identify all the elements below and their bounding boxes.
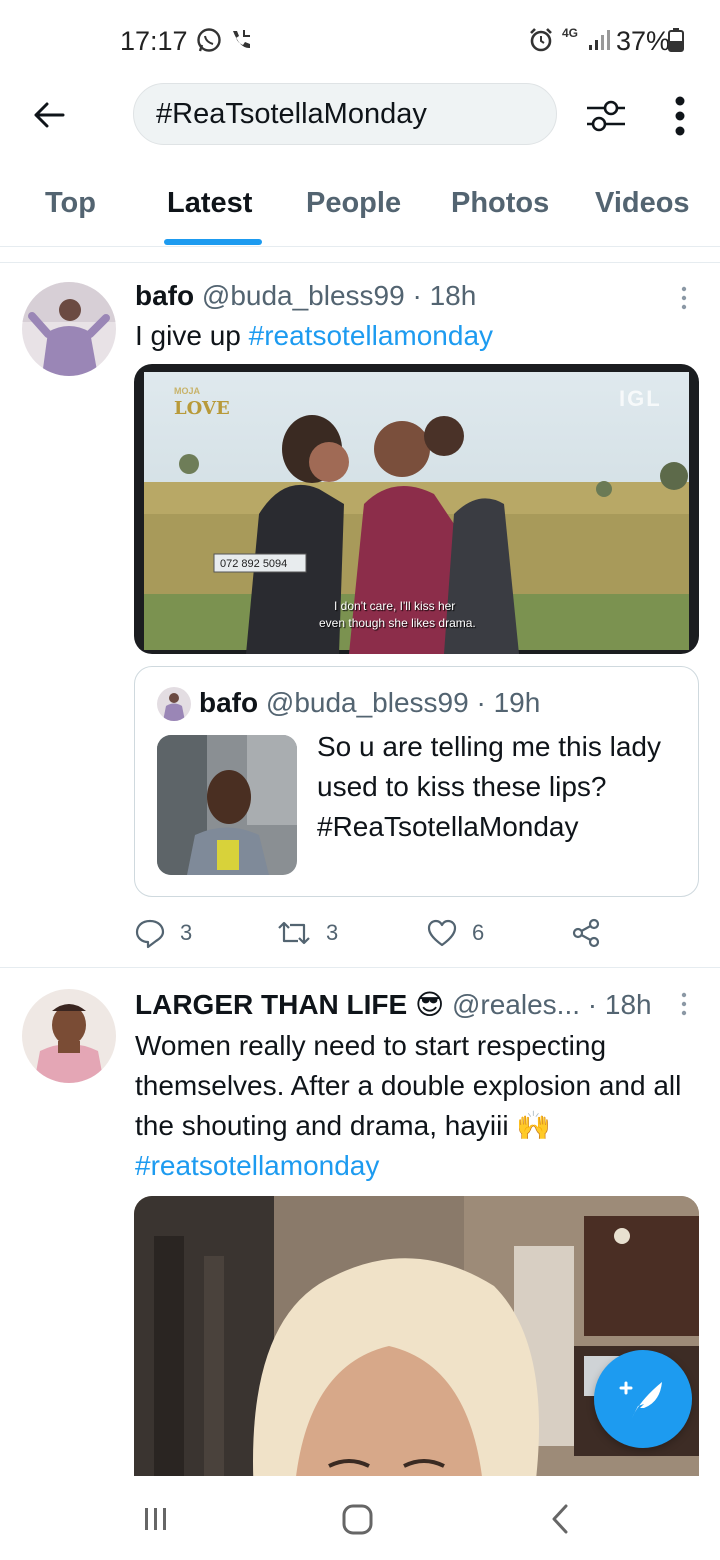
network-type: 4G: [562, 26, 579, 40]
author-emoji: 😎: [415, 989, 445, 1020]
more-vertical-icon: [681, 286, 687, 310]
recent-apps-icon: [145, 1508, 166, 1530]
chevron-left-icon: [552, 1504, 568, 1534]
home-button[interactable]: [338, 1502, 378, 1536]
avatar[interactable]: [22, 282, 116, 376]
reply-icon: [135, 919, 165, 949]
tab-latest[interactable]: Latest: [167, 187, 252, 220]
video-subtitle: even though she likes drama.: [319, 616, 476, 630]
author-name[interactable]: bafo: [135, 280, 194, 311]
battery-percent: 37%: [616, 26, 671, 56]
video-subtitle: I don't care, I'll kiss her: [334, 599, 456, 613]
like-button[interactable]: 6: [426, 913, 484, 953]
quoted-tweet-text: So u are telling me this lady used to ki…: [317, 731, 661, 842]
sliders-icon: [587, 100, 625, 132]
tweet-time: · 18h: [412, 280, 477, 311]
heart-icon: [427, 919, 457, 947]
author-name[interactable]: bafo: [199, 687, 258, 718]
tweet-text: I give up #reatsotellamonday: [135, 316, 700, 356]
share-button[interactable]: [570, 913, 602, 953]
overflow-menu-button[interactable]: [662, 92, 698, 140]
alarm-icon: [528, 27, 554, 58]
author-handle[interactable]: @buda_bless99: [266, 687, 469, 718]
compose-tweet-button[interactable]: [594, 1350, 692, 1448]
search-filter-button[interactable]: [583, 93, 629, 139]
more-vertical-icon: [681, 992, 687, 1016]
retweet-button[interactable]: 3: [276, 913, 338, 953]
tweet-text: Women really need to start respecting th…: [135, 1026, 700, 1186]
system-back-button[interactable]: [542, 1502, 582, 1536]
tweet[interactable]: bafo @buda_bless99 · 18h I give up #reat…: [0, 262, 720, 967]
share-icon: [572, 918, 600, 948]
tab-photos[interactable]: Photos: [451, 187, 549, 220]
reply-button[interactable]: 3: [134, 913, 192, 953]
quoted-media-image[interactable]: [157, 735, 297, 875]
tab-people[interactable]: People: [306, 187, 401, 220]
home-icon: [342, 1504, 373, 1535]
tweet-time: · 18h: [587, 989, 652, 1020]
call-icon: [228, 27, 254, 58]
author-handle[interactable]: @buda_bless99: [202, 280, 405, 311]
author-handle[interactable]: @reales...: [452, 989, 580, 1020]
tweet-actions: 3 3 6: [134, 913, 614, 953]
recent-apps-button[interactable]: [135, 1502, 175, 1536]
reply-count: 3: [180, 920, 193, 945]
active-tab-indicator: [164, 239, 262, 245]
back-button[interactable]: [26, 92, 72, 138]
quoted-tweet[interactable]: bafo @buda_bless99 · 19h So u are tellin…: [134, 666, 699, 897]
status-time: 17:17: [120, 26, 188, 56]
compose-feather-icon: [619, 1381, 662, 1418]
signal-icon: [586, 27, 612, 58]
author-name[interactable]: LARGER THAN LIFE: [135, 989, 407, 1020]
search-query: #ReaTsotellaMonday: [156, 97, 427, 130]
whatsapp-icon: [196, 27, 222, 58]
search-tabs: Top Latest People Photos Videos: [0, 175, 720, 247]
arrow-left-icon: [34, 102, 65, 128]
battery-icon: [668, 28, 684, 57]
corner-logo: IGL: [619, 386, 662, 411]
tweet-media-image[interactable]: MOJA LOVE IGL 072 892 5094 I don't care,…: [134, 364, 699, 654]
channel-logo-text: LOVE: [174, 398, 230, 419]
tweet-more-button[interactable]: [678, 284, 690, 314]
more-vertical-icon: [675, 96, 685, 136]
retweet-icon: [278, 921, 310, 945]
search-input[interactable]: #ReaTsotellaMonday: [133, 83, 557, 145]
avatar[interactable]: [157, 687, 191, 721]
tweet-body: I give up: [135, 320, 249, 351]
tweet-body: Women really need to start respecting th…: [135, 1030, 682, 1141]
avatar[interactable]: [22, 989, 116, 1083]
tweet-media-image[interactable]: [134, 1196, 699, 1496]
search-header: #ReaTsotellaMonday: [0, 80, 720, 150]
hashtag-link[interactable]: #reatsotellamonday: [249, 320, 493, 351]
status-bar: 17:17 4G 37%: [0, 0, 720, 80]
hashtag-link[interactable]: #reatsotellamonday: [135, 1150, 379, 1181]
raised-hands-emoji: 🙌: [516, 1110, 552, 1141]
channel-logo: MOJA: [174, 386, 201, 396]
system-nav-bar: [0, 1476, 720, 1560]
tab-top[interactable]: Top: [45, 187, 96, 220]
tab-videos[interactable]: Videos: [595, 187, 690, 220]
tweet-time: · 19h: [476, 687, 541, 718]
phone-number-overlay: 072 892 5094: [220, 558, 288, 570]
tweet-more-button[interactable]: [678, 990, 690, 1020]
retweet-count: 3: [326, 920, 339, 945]
like-count: 6: [472, 920, 485, 945]
